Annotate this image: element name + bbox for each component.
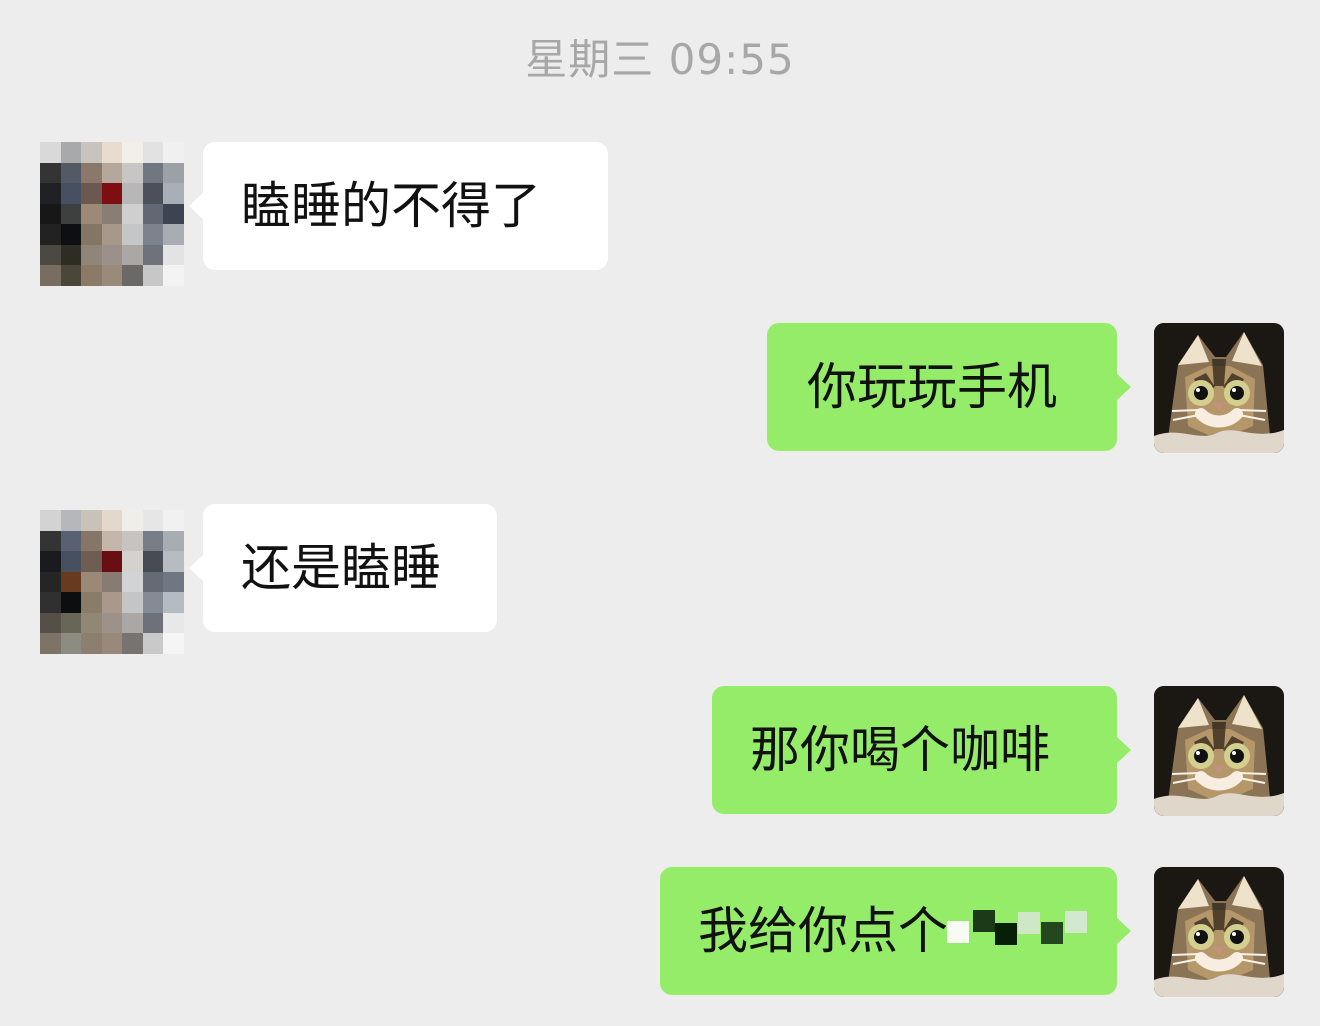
chat-timestamp: 星期三 09:55	[525, 35, 795, 84]
mosaic-icon	[1065, 911, 1087, 933]
message-text: 还是瞌睡	[241, 539, 441, 597]
message-text: 我给你点个	[698, 902, 948, 960]
mosaic-icon	[1041, 922, 1063, 944]
mosaic-icon	[973, 910, 995, 932]
message-text: 你玩玩手机	[807, 358, 1057, 416]
mosaic-icon	[947, 921, 969, 943]
message-text: 那你喝个咖啡	[750, 721, 1050, 779]
chat-window: 星期三 09:55 瞌睡的不得了 你玩玩手机 还是瞌睡 那你喝个咖啡 我给你点个	[0, 0, 1320, 1026]
incoming-message-bubble[interactable]: 还是瞌睡	[189, 504, 497, 632]
contact-avatar-icon[interactable]	[40, 510, 184, 654]
cat-avatar-icon[interactable]	[1154, 323, 1284, 453]
mosaic-icon	[995, 923, 1017, 945]
cat-avatar-icon[interactable]	[1154, 867, 1284, 997]
incoming-message-bubble[interactable]: 瞌睡的不得了	[189, 142, 608, 270]
outgoing-message-bubble[interactable]: 那你喝个咖啡	[712, 686, 1131, 814]
outgoing-message-bubble[interactable]: 我给你点个	[660, 867, 1131, 995]
contact-avatar-icon[interactable]	[40, 142, 184, 286]
outgoing-message-bubble[interactable]: 你玩玩手机	[767, 323, 1131, 451]
message-text: 瞌睡的不得了	[241, 177, 541, 235]
cat-avatar-icon[interactable]	[1154, 686, 1284, 816]
mosaic-icon	[1018, 912, 1040, 934]
